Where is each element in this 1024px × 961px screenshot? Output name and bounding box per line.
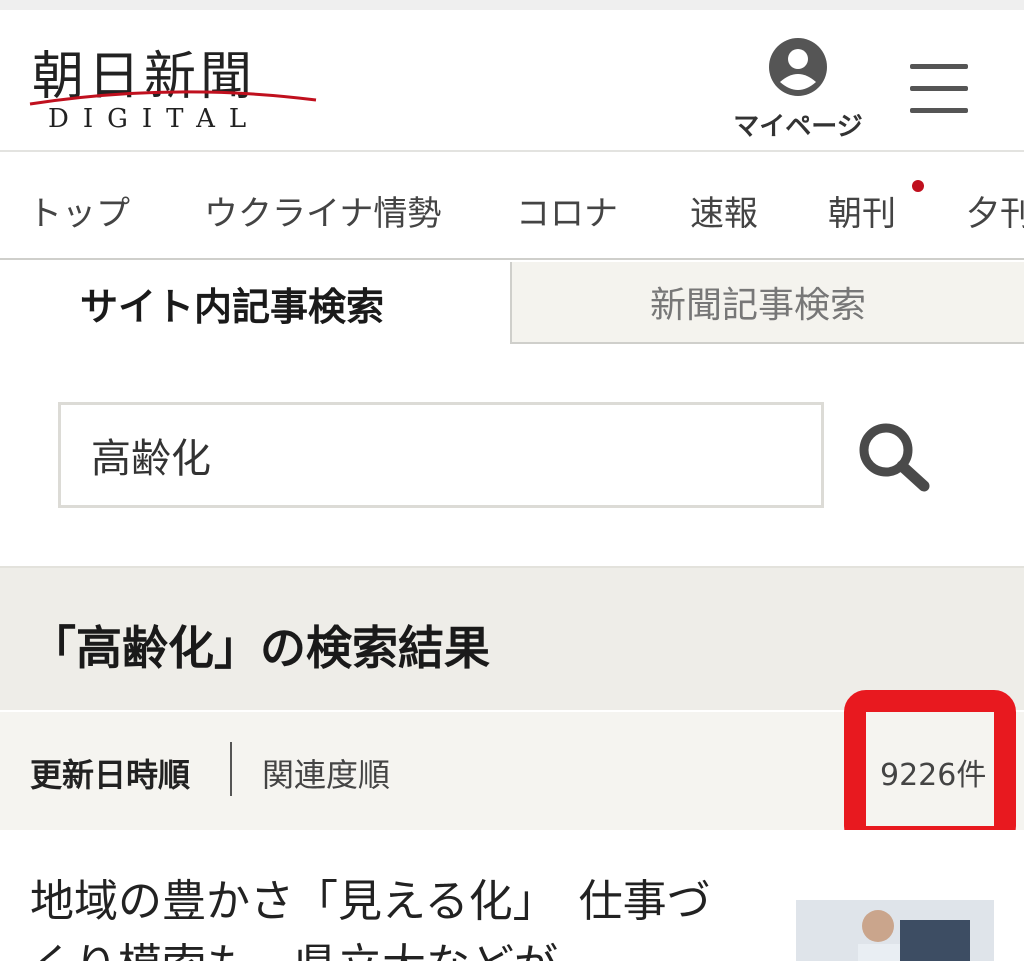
nav-item-corona[interactable]: コロナ [516, 186, 618, 235]
nav-item-top[interactable]: トップ [28, 186, 130, 235]
sort-by-date[interactable]: 更新日時順 [30, 750, 190, 796]
nav-item-morning[interactable]: 朝刊 [828, 186, 896, 235]
tab-site-search[interactable]: サイト内記事検索 [0, 262, 510, 344]
sort-divider [230, 742, 232, 796]
site-logo[interactable]: 朝日新聞 DIGITAL [28, 34, 318, 144]
hamburger-menu-icon[interactable] [906, 62, 970, 120]
tab-site-search-label: サイト内記事検索 [80, 285, 385, 329]
nav-item-breaking[interactable]: 速報 [690, 186, 758, 235]
new-indicator-dot [912, 180, 924, 192]
search-button[interactable] [852, 418, 936, 494]
results-heading: 「高齢化」の検索結果 [30, 621, 490, 675]
search-input[interactable] [58, 402, 824, 508]
site-header: 朝日新聞 DIGITAL マイページ [0, 10, 1024, 152]
search-icon [859, 423, 930, 492]
tab-newspaper-search[interactable]: 新聞記事検索 [510, 262, 1024, 344]
mypage-label: マイページ [733, 112, 863, 142]
result-count: 9226件 [880, 758, 987, 793]
nav-item-evening[interactable]: 夕刊 [966, 186, 1024, 235]
category-nav: トップ ウクライナ情勢 コロナ 速報 朝刊 夕刊 [0, 152, 1024, 260]
results-header: 「高齢化」の検索結果 [0, 566, 1024, 710]
sort-by-relevance[interactable]: 関連度順 [262, 750, 390, 796]
article-title[interactable]: 地域の豊かさ「見える化」 仕事づくり模索も 県立大などが [30, 870, 730, 961]
result-article[interactable]: 地域の豊かさ「見える化」 仕事づくり模索も 県立大などが [0, 830, 1024, 961]
mypage-button[interactable]: マイページ [728, 36, 868, 148]
logo-subtitle: DIGITAL [48, 104, 261, 134]
user-icon [769, 38, 827, 96]
article-thumbnail[interactable] [796, 900, 994, 961]
nav-item-ukraine[interactable]: ウクライナ情勢 [204, 186, 441, 235]
top-edge [0, 0, 1024, 10]
tab-newspaper-search-label: 新聞記事検索 [650, 285, 867, 326]
search-tabs: サイト内記事検索 新聞記事検索 [0, 262, 1024, 344]
article-photo-icon [796, 900, 994, 961]
